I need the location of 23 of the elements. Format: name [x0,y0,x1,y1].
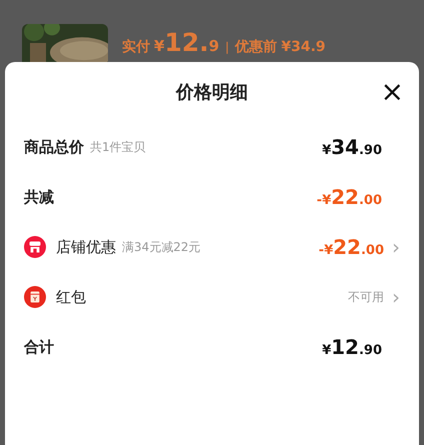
amount: -¥22.00 [318,235,384,259]
sheet-title: 价格明细 [176,81,248,104]
row-note: 满34元减22元 [122,238,201,256]
paid-price: ¥12.9 [154,28,220,57]
amount: ¥12.90 [322,335,382,359]
amount: ¥34.90 [322,135,382,159]
envelope-icon [24,286,46,308]
paid-label: 实付 [122,38,150,56]
row-label: 店铺优惠 [56,238,116,256]
row-label: 商品总价 [24,138,84,156]
separator: | [225,40,230,54]
row-label: 红包 [56,288,86,306]
chevron-icon[interactable]: › [392,287,400,307]
chevron-icon[interactable]: › [392,237,400,257]
row-label: 合计 [24,338,54,356]
status-text: 不可用 [348,288,384,306]
original-price: ¥34.9 [281,39,326,55]
shop-icon [24,236,46,258]
close-button[interactable]: × [378,80,406,104]
amount: -¥22.00 [316,185,382,209]
row-note: 共1件宝贝 [90,138,146,156]
row-label: 共减 [24,188,54,206]
original-price-label: 优惠前 [235,38,278,56]
